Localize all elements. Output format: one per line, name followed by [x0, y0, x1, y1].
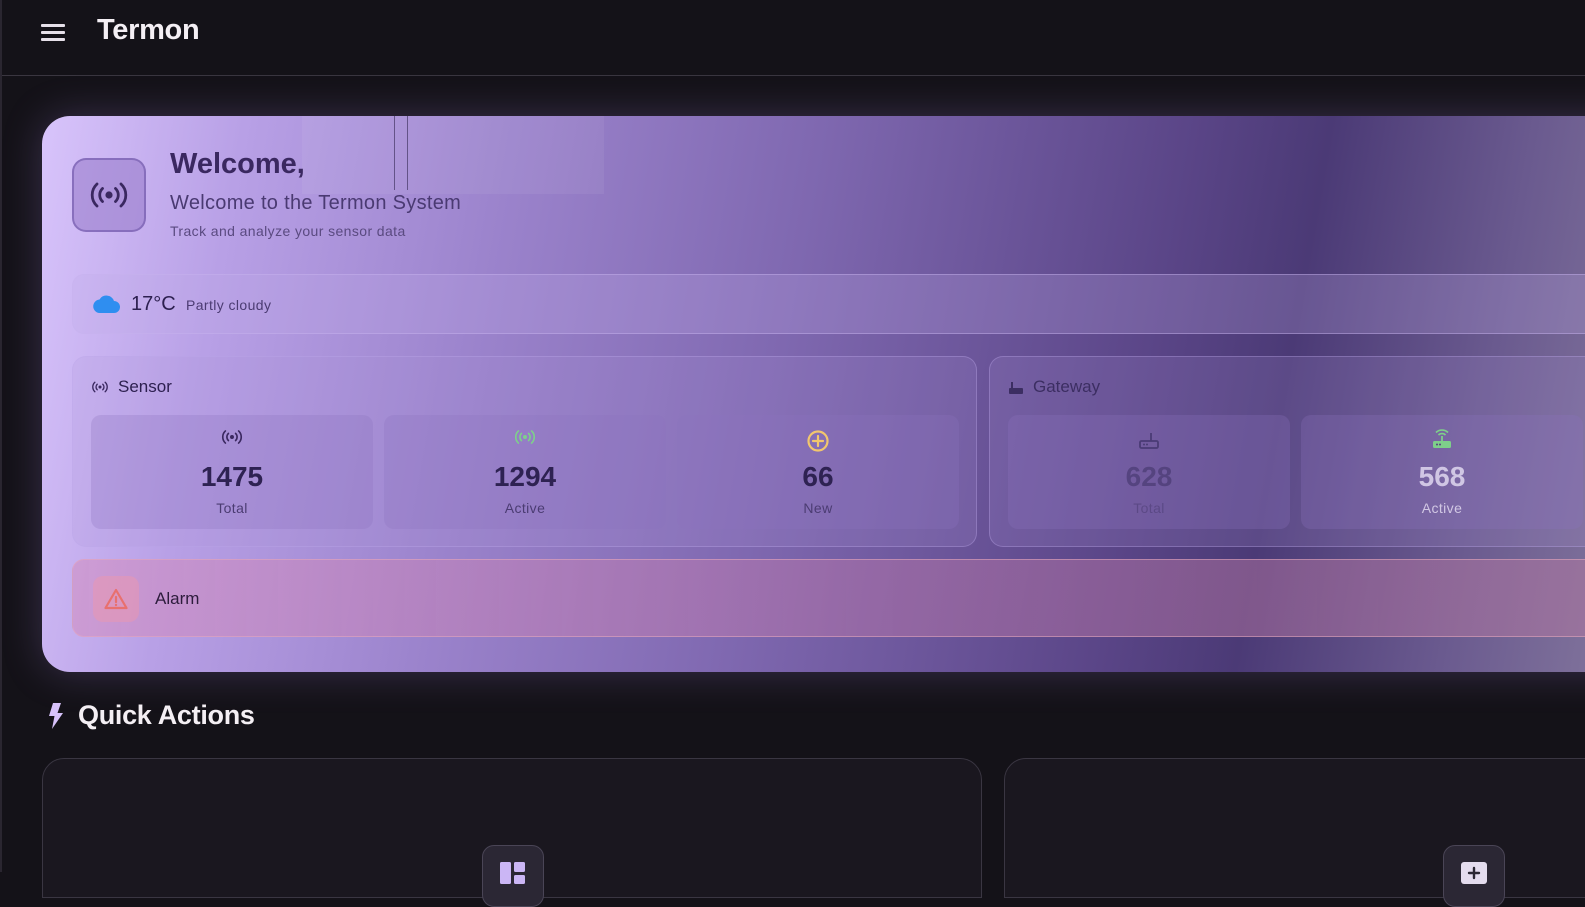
sensor-total-label: Total: [216, 500, 248, 516]
quick-action-card-dashboard[interactable]: [42, 758, 982, 907]
broadcast-icon: [92, 381, 108, 393]
top-app-bar: Termon: [2, 0, 1585, 76]
quick-action-icon-box: [1443, 845, 1505, 907]
warning-icon: [104, 588, 128, 610]
sensor-header: Sensor: [91, 377, 172, 397]
sensor-active-value: 1294: [493, 461, 557, 492]
gateway-active-label: Active: [1421, 500, 1463, 516]
welcome-icon-box: [72, 158, 146, 232]
welcome-subtitle: Welcome to the Termon System: [170, 192, 462, 214]
add-box-icon: [1461, 862, 1487, 884]
welcome-card: Welcome, Welcome to the Termon System Tr…: [42, 116, 1585, 672]
sensor-total-tile[interactable]: 1475 Total: [91, 415, 373, 529]
app-title: Termon: [97, 14, 200, 46]
plus-circle-icon: [807, 430, 829, 452]
broadcast-icon: [90, 182, 128, 208]
sensor-stats-card[interactable]: Sensor 1475 Total 1294 Active 66 New: [72, 356, 977, 547]
sensor-new-tile[interactable]: 66 New: [677, 415, 959, 529]
gateway-active-tile[interactable]: 568 Active: [1301, 415, 1583, 529]
menu-button[interactable]: [30, 12, 76, 52]
gateway-total-tile[interactable]: 628 Total: [1008, 415, 1290, 529]
gateway-total-label: Total: [1133, 500, 1165, 516]
menu-icon: [41, 22, 65, 43]
broadcast-icon: [221, 430, 243, 444]
quick-action-icon-box: [482, 845, 544, 907]
broadcast-active-icon: [514, 430, 536, 444]
alarm-label: Alarm: [155, 589, 200, 608]
cloud-icon: [93, 295, 120, 313]
gateway-stats-card[interactable]: Gateway 628 Total 568 Active: [989, 356, 1585, 547]
welcome-description: Track and analyze your sensor data: [170, 223, 406, 239]
welcome-title: Welcome,: [170, 148, 305, 180]
left-rail: [0, 0, 2, 872]
weather-temperature: 17°C: [131, 293, 176, 315]
gateway-active-value: 568: [1418, 461, 1466, 492]
router-icon: [1139, 433, 1159, 449]
sensor-active-label: Active: [504, 500, 546, 516]
gateway-title: Gateway: [1033, 377, 1101, 396]
dashboard-icon: [500, 862, 525, 884]
gateway-header: Gateway: [1008, 377, 1100, 397]
bolt-icon: [49, 702, 63, 729]
weather-condition: Partly cloudy: [186, 297, 272, 313]
alarm-icon-box: [93, 576, 139, 622]
sensor-new-value: 66: [802, 461, 834, 492]
alarm-strip[interactable]: Alarm: [72, 559, 1585, 637]
sensor-new-label: New: [803, 500, 833, 516]
router-icon: [1009, 382, 1023, 394]
weather-strip: 17°C Partly cloudy: [72, 274, 1585, 334]
sensor-title: Sensor: [118, 377, 172, 396]
router-active-icon: [1433, 429, 1451, 448]
hero-decoration-lines: [394, 116, 408, 190]
gateway-total-value: 628: [1125, 461, 1173, 492]
quick-actions-title: Quick Actions: [78, 700, 255, 730]
quick-actions-header: Quick Actions: [46, 700, 255, 731]
quick-action-card-add[interactable]: [1004, 758, 1585, 907]
hero-decoration: [302, 116, 604, 194]
sensor-active-tile[interactable]: 1294 Active: [384, 415, 666, 529]
sensor-total-value: 1475: [200, 461, 264, 492]
